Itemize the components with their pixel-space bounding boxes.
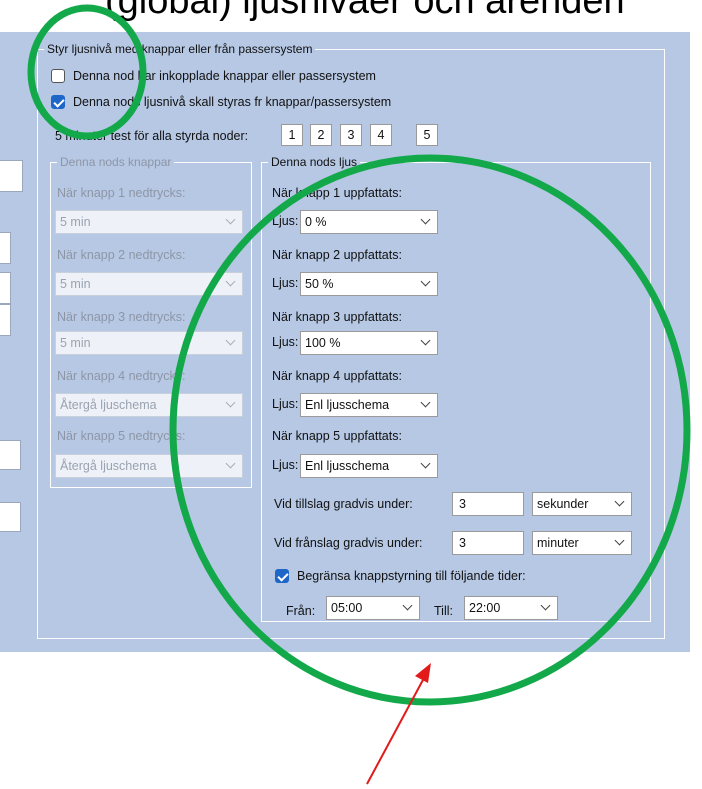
tillslag-label: Vid tillslag gradvis under: [274, 497, 413, 511]
test-label: 5 minuter test för alla styrda noder: [55, 129, 249, 143]
right-knapp3-value: 100 % [305, 336, 341, 350]
chevron-down-icon [540, 600, 551, 611]
checkbox-has-buttons-label: Denna nod har inkopplade knappar eller p… [73, 69, 376, 83]
to-time-select[interactable]: 22:00 [464, 596, 558, 620]
left-knapp2-select[interactable]: 5 min [55, 272, 243, 296]
right-knapp1-select[interactable]: 0 % [300, 210, 438, 234]
checkbox-restrict-times[interactable] [275, 569, 289, 583]
chevron-down-icon [225, 335, 236, 346]
chevron-down-icon [420, 458, 431, 469]
main-group-title: Styr ljusnivå med knappar eller från pas… [44, 42, 316, 56]
left-knapp3-value: 5 min [60, 336, 91, 350]
test-button-5[interactable]: 5 [416, 124, 438, 146]
test-button-1[interactable]: 1 [281, 124, 303, 146]
left-knapp2-value: 5 min [60, 277, 91, 291]
chevron-down-icon [420, 276, 431, 287]
left-knapp1-select[interactable]: 5 min [55, 210, 243, 234]
right-knapp2-value: 50 % [305, 277, 334, 291]
tillslag-unit-select[interactable]: sekunder [532, 492, 632, 516]
right-knapp4-select[interactable]: Enl ljusschema [300, 393, 438, 417]
from-label: Från: [286, 604, 316, 618]
left-knapp5-select[interactable]: Återgå ljuschema [55, 454, 243, 478]
ljus-label: Ljus: [272, 214, 299, 228]
left-knapp5-value: Återgå ljuschema [60, 459, 157, 473]
from-time-select[interactable]: 05:00 [326, 596, 420, 620]
to-label: Till: [434, 604, 453, 618]
left-knapp3-select[interactable]: 5 min [55, 331, 243, 355]
edge-control[interactable] [0, 232, 11, 264]
left-knapp4-select[interactable]: Återgå ljuschema [55, 393, 243, 417]
chevron-down-icon [614, 535, 625, 546]
right-knapp2-select[interactable]: 50 % [300, 272, 438, 296]
tillslag-input[interactable]: 3 [452, 492, 524, 516]
edge-control[interactable] [0, 502, 21, 532]
to-time-value: 22:00 [469, 601, 501, 615]
top-caption-strip: (global) ljusnivåer och ärenden [0, 0, 702, 32]
right-knapp5-select[interactable]: Enl ljusschema [300, 454, 438, 478]
right-knapp4-label: När knapp 4 uppfattats: [272, 369, 402, 383]
franslag-label: Vid frånslag gradvis under: [274, 536, 423, 550]
ljus-label: Ljus: [272, 397, 299, 411]
edge-control[interactable] [0, 160, 23, 192]
right-group-title: Denna nods ljus [268, 155, 361, 169]
franslag-unit-value: minuter [537, 536, 579, 550]
top-caption: (global) ljusnivåer och ärenden [105, 0, 625, 22]
right-knapp1-value: 0 % [305, 215, 327, 229]
restrict-times-label: Begränsa knappstyrning till följande tid… [297, 569, 526, 583]
right-knapp1-label: När knapp 1 uppfattats: [272, 186, 402, 200]
test-button-3[interactable]: 3 [340, 124, 362, 146]
edge-control[interactable] [0, 304, 11, 336]
red-arrow-shaft [366, 677, 425, 785]
left-knapp5-label: När knapp 5 nedtrycks: [57, 429, 186, 443]
left-knapp1-value: 5 min [60, 215, 91, 229]
checkbox-controlled-label: Denna nods ljusnivå skall styras fr knap… [73, 95, 392, 109]
franslag-unit-select[interactable]: minuter [532, 531, 632, 555]
checkbox-has-buttons[interactable] [51, 69, 65, 83]
right-knapp4-value: Enl ljusschema [305, 398, 390, 412]
right-knapp3-select[interactable]: 100 % [300, 331, 438, 355]
ljus-label: Ljus: [272, 458, 299, 472]
left-knapp1-label: När knapp 1 nedtrycks: [57, 186, 186, 200]
chevron-down-icon [402, 600, 413, 611]
chevron-down-icon [420, 397, 431, 408]
edge-control[interactable] [0, 272, 11, 304]
left-group-title: Denna nods knappar [57, 155, 175, 169]
chevron-down-icon [420, 335, 431, 346]
red-arrow-head [415, 663, 431, 683]
left-knapp4-label: När knapp 4 nedtrycks: [57, 369, 186, 383]
from-time-value: 05:00 [331, 601, 363, 615]
right-knapp5-label: När knapp 5 uppfattats: [272, 429, 402, 443]
chevron-down-icon [225, 214, 236, 225]
left-knapp3-label: När knapp 3 nedtrycks: [57, 310, 186, 324]
right-knapp5-value: Enl ljusschema [305, 459, 390, 473]
test-button-4[interactable]: 4 [370, 124, 392, 146]
chevron-down-icon [225, 397, 236, 408]
franslag-input[interactable]: 3 [452, 531, 524, 555]
left-knapp4-value: Återgå ljuschema [60, 398, 157, 412]
chevron-down-icon [614, 496, 625, 507]
right-knapp2-label: När knapp 2 uppfattats: [272, 248, 402, 262]
left-knapp2-label: När knapp 2 nedtrycks: [57, 248, 186, 262]
right-knapp3-label: När knapp 3 uppfattats: [272, 310, 402, 324]
chevron-down-icon [420, 214, 431, 225]
chevron-down-icon [225, 276, 236, 287]
ljus-label: Ljus: [272, 276, 299, 290]
edge-control[interactable] [0, 440, 21, 470]
ljus-label: Ljus: [272, 335, 299, 349]
tillslag-unit-value: sekunder [537, 497, 589, 511]
chevron-down-icon [225, 458, 236, 469]
test-button-2[interactable]: 2 [310, 124, 332, 146]
checkbox-controlled[interactable] [51, 95, 65, 109]
